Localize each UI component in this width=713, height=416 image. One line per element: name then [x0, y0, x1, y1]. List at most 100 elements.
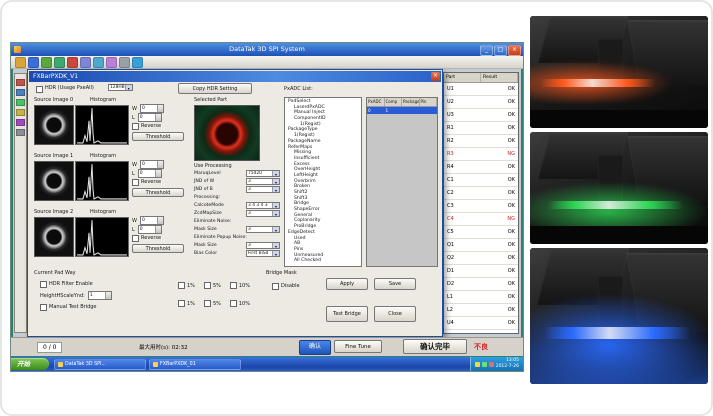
apply-button[interactable]: Apply — [326, 278, 368, 290]
left-panel-icon[interactable] — [16, 79, 25, 86]
pct1-checkbox[interactable] — [178, 282, 185, 289]
close-button[interactable]: × — [508, 45, 521, 56]
hdr-mode-dropdown[interactable]: 128HB — [108, 84, 133, 91]
toolbar-icon[interactable] — [15, 57, 26, 68]
table-row[interactable]: C4 NG — [444, 213, 518, 226]
dialog-titlebar[interactable]: FXBarPXDK_V1 × — [29, 71, 441, 82]
processing-dropdown[interactable]: 3 — [246, 186, 280, 193]
manual-test-row: Manual Test Bridge — [40, 303, 97, 311]
processing-dropdown[interactable]: 3 — [246, 210, 280, 217]
reverse-checkbox[interactable] — [132, 235, 139, 242]
processing-row: ZcdMapSize 3 — [194, 209, 280, 217]
table-row[interactable]: L2 OK — [444, 304, 518, 317]
table-row[interactable]: R4 OK — [444, 161, 518, 174]
left-panel-icon[interactable] — [16, 99, 25, 106]
confirm-button[interactable]: 确认 — [299, 340, 331, 355]
part-result: OK — [508, 109, 515, 121]
toolbar-icon[interactable] — [119, 57, 130, 68]
part-id: R2 — [447, 135, 454, 147]
left-panel-icon[interactable] — [16, 109, 25, 116]
table-row[interactable]: C2 OK — [444, 187, 518, 200]
table-row[interactable]: U2 OK — [444, 96, 518, 109]
toolbar-icon[interactable] — [41, 57, 52, 68]
processing-dropdown[interactable]: 75d20 — [246, 170, 280, 177]
histogram-plot — [75, 161, 129, 201]
table-row[interactable]: R1 OK — [444, 122, 518, 135]
table-row[interactable]: Q1 OK — [444, 239, 518, 252]
copy-hdr-setting-button[interactable]: Copy HDR Setting — [178, 83, 252, 94]
tray-icon-3[interactable] — [489, 362, 494, 367]
reverse-checkbox[interactable] — [132, 179, 139, 186]
table-row[interactable]: C3 OK — [444, 200, 518, 213]
test-bridge-button[interactable]: Test Bridge — [326, 306, 368, 322]
left-panel-icon[interactable] — [16, 119, 25, 126]
toolbar-icon[interactable] — [80, 57, 91, 68]
tree-item[interactable]: All Checked — [285, 258, 361, 264]
save-button[interactable]: Save — [374, 278, 416, 290]
toolbar-icon[interactable] — [132, 57, 143, 68]
results-table-header: Part Result — [444, 73, 518, 83]
start-button[interactable]: 开始 — [11, 358, 49, 370]
l-spinner[interactable]: 0 — [138, 169, 162, 178]
table-row[interactable]: U4 OK — [444, 317, 518, 330]
pct10-checkbox-2[interactable] — [230, 300, 237, 307]
table-row[interactable]: Q2 OK — [444, 252, 518, 265]
taskbar-item-spi[interactable]: DataTak 3D SPI... — [54, 359, 146, 370]
table-row[interactable]: R3 NG — [444, 148, 518, 161]
processing-dropdown[interactable]: 3 4 3 4 3 — [246, 202, 280, 209]
xray-ball-image — [34, 161, 74, 201]
table-row[interactable]: D1 OK — [444, 265, 518, 278]
table-row[interactable]: C5 OK — [444, 226, 518, 239]
maximize-button[interactable]: □ — [494, 45, 507, 56]
toolbar-icon[interactable] — [93, 57, 104, 68]
table-row[interactable]: R2 OK — [444, 135, 518, 148]
toolbar-icon[interactable] — [106, 57, 117, 68]
pct5-checkbox[interactable] — [204, 282, 211, 289]
minimize-button[interactable]: _ — [480, 45, 493, 56]
processing-dropdown[interactable]: 3 — [246, 226, 280, 233]
hdr-checkbox[interactable] — [36, 86, 43, 93]
table-row[interactable]: U5 OK — [444, 330, 518, 334]
tray-icon-2[interactable] — [482, 362, 487, 367]
height-scale-spinner[interactable]: 1 — [88, 291, 112, 300]
left-panel-icon[interactable] — [16, 129, 25, 136]
toolbar-icon[interactable] — [67, 57, 78, 68]
threshold-button[interactable]: Threshold — [132, 188, 184, 197]
table-row[interactable]: U1 OK — [444, 83, 518, 96]
l-spinner[interactable]: 0 — [138, 225, 162, 234]
hdr-filter-label: HDR Filter Enable — [49, 281, 93, 287]
disable-checkbox[interactable] — [272, 283, 279, 290]
listbox-selected-row[interactable]: 0 1 — [367, 107, 437, 114]
pct1-checkbox-2[interactable] — [178, 300, 185, 307]
manual-test-checkbox[interactable] — [40, 304, 47, 311]
w-spinner[interactable]: 0 — [140, 104, 164, 113]
threshold-button[interactable]: Threshold — [132, 244, 184, 253]
part-id: D1 — [447, 265, 454, 277]
processing-dropdown[interactable]: 3 — [246, 242, 280, 249]
figure-canvas: DataTak 3D SPI System _ □ × Part Result — [0, 0, 713, 416]
threshold-button[interactable]: Threshold — [132, 132, 184, 141]
pct10-checkbox[interactable] — [230, 282, 237, 289]
fine-tune-button[interactable]: Fine Tune — [334, 340, 382, 353]
left-panel-icon[interactable] — [16, 89, 25, 96]
hdr-filter-checkbox[interactable] — [40, 281, 47, 288]
tray-icon-1[interactable] — [475, 362, 480, 367]
toolbar-icon[interactable] — [28, 57, 39, 68]
l-spinner[interactable]: 0 — [138, 113, 162, 122]
reverse-checkbox[interactable] — [132, 123, 139, 130]
table-row[interactable]: L1 OK — [444, 291, 518, 304]
confirm-complete-button[interactable]: 确认完毕 — [403, 339, 467, 354]
table-row[interactable]: C1 OK — [444, 174, 518, 187]
pct5-checkbox-2[interactable] — [204, 300, 211, 307]
w-spinner[interactable]: 0 — [140, 160, 164, 169]
processing-dropdown[interactable]: First BiSd — [246, 250, 280, 257]
table-row[interactable]: D2 OK — [444, 278, 518, 291]
dialog-close-icon[interactable]: × — [431, 72, 440, 81]
taskbar-item-dialog[interactable]: FXBarPXDK_01 — [149, 359, 241, 370]
w-spinner[interactable]: 0 — [140, 216, 164, 225]
part-id: C4 — [447, 213, 454, 225]
table-row[interactable]: U3 OK — [444, 109, 518, 122]
processing-dropdown[interactable]: 3 — [246, 178, 280, 185]
close-dialog-button[interactable]: Close — [374, 306, 416, 322]
toolbar-icon[interactable] — [54, 57, 65, 68]
